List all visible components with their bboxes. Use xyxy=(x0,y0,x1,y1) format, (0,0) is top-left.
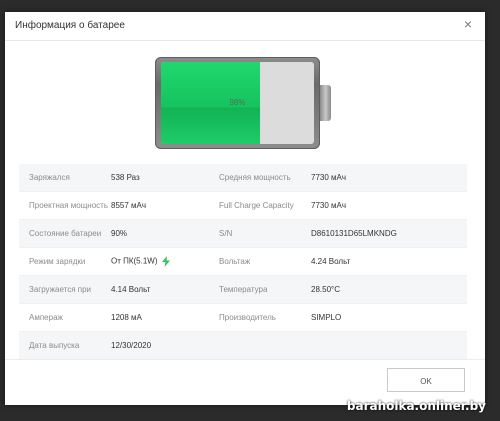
info-row: Ампераж 1208 мА Производитель SIMPLO xyxy=(19,304,467,332)
info-label: Температура xyxy=(219,285,268,294)
info-label: Загружается при xyxy=(29,285,92,294)
info-row: Загружается при 4.14 Вольт Температура 28.5… xyxy=(19,276,467,304)
info-label: Ампераж xyxy=(29,313,63,322)
info-value: 1208 мА xyxy=(111,313,142,322)
info-label: Состояние батареи xyxy=(29,229,102,238)
info-row: Режим зарядки От ПК(5.1W) Вольтаж 4.24 Воль… xyxy=(19,248,467,276)
info-label: S/N xyxy=(219,229,233,238)
info-value: От ПК(5.1W) xyxy=(111,256,158,266)
info-label: Режим зарядки xyxy=(29,257,86,266)
info-value: 4.14 Вольт xyxy=(111,285,151,294)
info-row: Проектная мощность 8557 мАч Full Charge Ca… xyxy=(19,192,467,220)
info-value: 8557 мАч xyxy=(111,201,147,210)
info-label: Заряжался xyxy=(29,173,70,182)
battery-level-text: 98% xyxy=(229,98,246,107)
info-row: Состояние батареи 90% S/N D8610131D65LMKNDG xyxy=(19,220,467,248)
info-value: 7730 мАч xyxy=(311,173,347,182)
battery-body: 98% xyxy=(155,57,320,149)
battery-graphic: 98% xyxy=(155,57,335,149)
info-label: Средняя мощность xyxy=(219,173,291,182)
info-value: 4.24 Вольт xyxy=(311,257,351,266)
dialog-titlebar: Информация о батарее × xyxy=(5,12,485,41)
ok-button[interactable]: OK xyxy=(387,368,465,392)
info-label: Дата выпуска xyxy=(29,341,80,350)
info-label: Вольтаж xyxy=(219,257,251,266)
battery-info-dialog: Информация о батарее × 98% Заряжался 538 … xyxy=(5,12,485,405)
info-row: Заряжался 538 Раз Средняя мощность 7730 мАч xyxy=(19,164,467,192)
info-value: D8610131D65LMKNDG xyxy=(311,229,397,238)
info-value: 28.50°C xyxy=(311,285,340,294)
info-value: 538 Раз xyxy=(111,173,140,182)
battery-terminal xyxy=(320,85,331,121)
info-value: 12/30/2020 xyxy=(111,341,152,350)
info-value: SIMPLO xyxy=(311,313,342,322)
battery-info-table: Заряжался 538 Раз Средняя мощность 7730 мАч… xyxy=(19,164,467,360)
info-label: Производитель xyxy=(219,313,276,322)
watermark-text: baraholka.onliner.by xyxy=(346,399,486,413)
info-label: Full Charge Capacity xyxy=(219,201,294,210)
info-label: Проектная мощность xyxy=(29,201,109,210)
battery-inner: 98% xyxy=(161,62,314,144)
close-icon[interactable]: × xyxy=(461,17,475,31)
info-row: Дата выпуска 12/30/2020 xyxy=(19,332,467,360)
lightning-bolt-icon xyxy=(161,256,170,267)
info-value: 90% xyxy=(111,229,128,238)
dialog-title: Информация о батарее xyxy=(15,20,125,31)
info-value: 7730 мАч xyxy=(311,201,347,210)
